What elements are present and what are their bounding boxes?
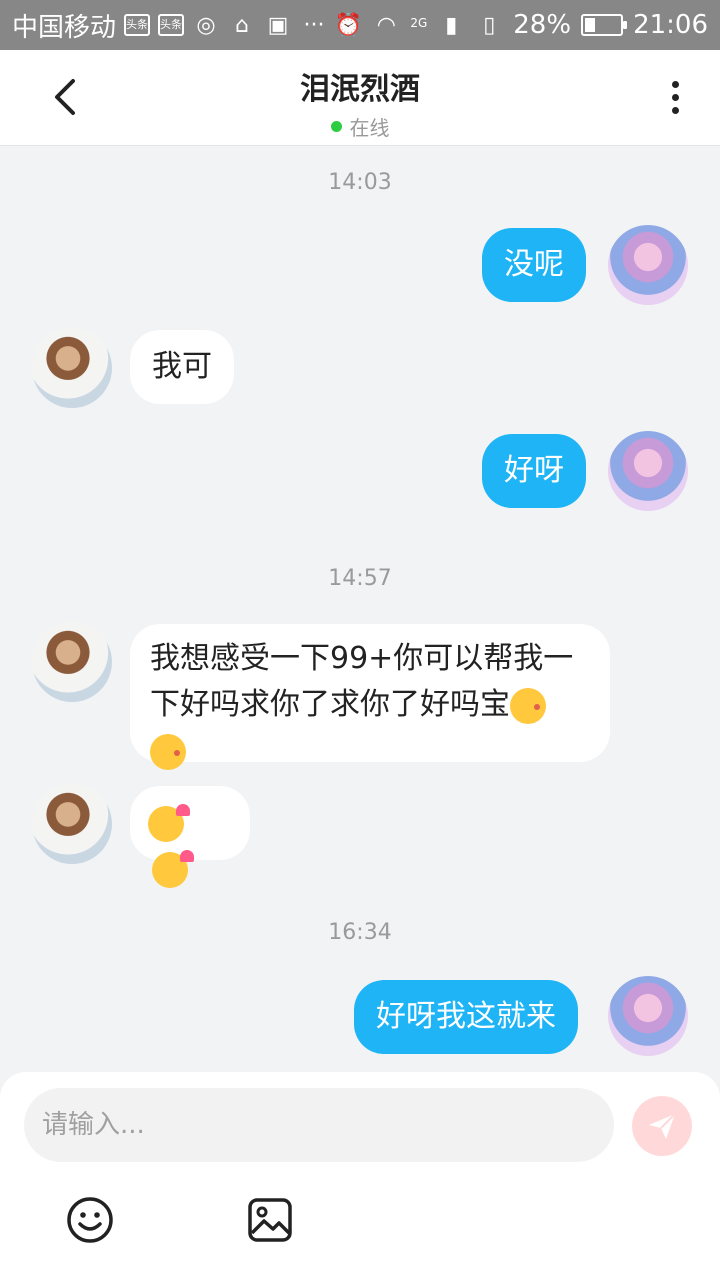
wifi-icon: ◠ bbox=[376, 12, 396, 38]
battery-percent: 28% bbox=[513, 10, 572, 40]
gallery-icon: ▣ bbox=[267, 12, 289, 38]
message-bubble-sent[interactable]: 好呀我这就来 bbox=[354, 980, 578, 1054]
online-status: 在线 bbox=[330, 112, 390, 141]
online-dot-icon bbox=[330, 121, 342, 132]
emoji-button[interactable] bbox=[66, 1196, 114, 1244]
my-avatar[interactable] bbox=[608, 431, 688, 511]
news-app-badge: 头条 bbox=[158, 14, 185, 36]
notification-icon: ⌂ bbox=[235, 12, 249, 38]
timestamp: 16:34 bbox=[328, 920, 392, 945]
status-bar: 中国移动 头条 头条 ◎ ⌂ ▣ ··· ⏰ ◠ 2G ▮ ▯ 28% 21:0… bbox=[0, 0, 720, 50]
kiss-emoji-icon bbox=[150, 733, 186, 770]
sim-icon: ▯ bbox=[483, 12, 496, 38]
message-input[interactable] bbox=[24, 1088, 614, 1162]
heart-kiss-emoji-icon bbox=[152, 849, 194, 888]
chat-header: 泪泯烈酒 在线 bbox=[0, 50, 720, 146]
image-button[interactable] bbox=[246, 1196, 294, 1244]
news-app-badge: 头条 bbox=[124, 14, 151, 36]
contact-avatar[interactable] bbox=[32, 622, 112, 702]
message-bubble-received[interactable]: 我可 bbox=[130, 330, 234, 404]
battery-level bbox=[585, 18, 596, 32]
message-bubble-sent[interactable]: 好呀 bbox=[482, 434, 586, 508]
alarm-icon: ⏰ bbox=[334, 12, 363, 38]
image-icon bbox=[248, 1198, 292, 1242]
smiley-icon bbox=[67, 1197, 113, 1243]
composer bbox=[0, 1072, 720, 1280]
my-avatar[interactable] bbox=[608, 225, 688, 305]
contact-avatar[interactable] bbox=[32, 784, 112, 864]
online-status-label: 在线 bbox=[349, 116, 390, 140]
message-bubble-received[interactable]: 我想感受一下99+你可以帮我一下好吗求你了求你了好吗宝 bbox=[130, 624, 610, 770]
network-type: 2G bbox=[410, 16, 428, 30]
location-icon: ◎ bbox=[196, 12, 216, 38]
heart-kiss-emoji-icon bbox=[148, 803, 190, 842]
clock: 21:06 bbox=[633, 10, 708, 40]
more-vertical-icon bbox=[671, 80, 679, 88]
battery-icon bbox=[581, 14, 628, 36]
timestamp: 14:57 bbox=[328, 566, 392, 591]
contact-name: 泪泯烈酒 bbox=[300, 72, 420, 107]
my-avatar[interactable] bbox=[608, 976, 688, 1056]
message-bubble-received[interactable] bbox=[130, 786, 250, 888]
message-bubble-sent[interactable]: 没呢 bbox=[482, 228, 586, 302]
signal-icon: ▮ bbox=[445, 12, 458, 38]
send-icon bbox=[649, 1113, 676, 1139]
send-button[interactable] bbox=[632, 1096, 692, 1156]
more-notifications-icon: ··· bbox=[303, 12, 325, 38]
contact-avatar[interactable] bbox=[32, 328, 112, 408]
timestamp: 14:03 bbox=[328, 170, 392, 195]
carrier-label: 中国移动 bbox=[12, 12, 117, 43]
kiss-emoji-icon bbox=[510, 687, 546, 724]
more-menu-button[interactable] bbox=[660, 72, 690, 122]
